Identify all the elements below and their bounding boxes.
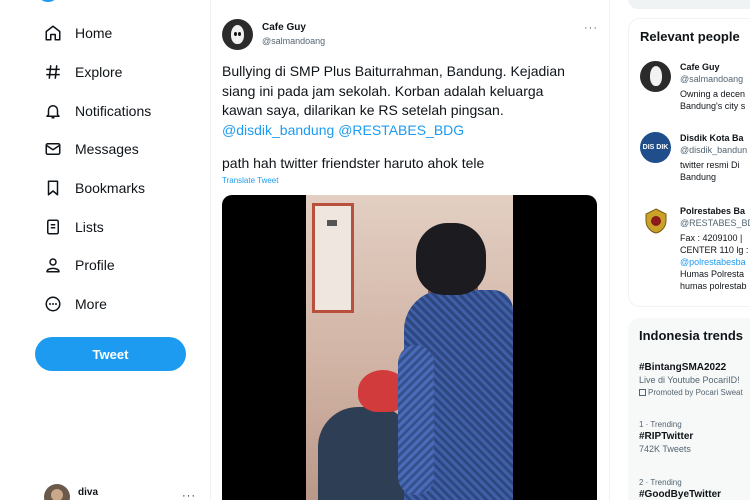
nav-item-label: Lists [75,219,104,235]
account-name: diva [78,487,99,498]
tweet-text-line: siang ini pada jam sekolah. Korban adala… [222,82,544,99]
more-dots-icon: ··· [182,490,196,500]
trend-meta: 2 · Trending [639,478,682,487]
search-bar[interactable] [628,0,750,9]
bio-line: CENTER 110 lg : [680,245,749,255]
left-navigation: Home Explore Notifications Messages Book [0,0,210,500]
bio-line: humas polrestab [680,281,747,291]
nav-item-label: Explore [75,64,123,80]
avatar [44,484,70,500]
twitter-window: Home Explore Notifications Messages Book [0,0,750,500]
tweet-column: Cafe Guy @salmandoang ··· Bullying di SM… [210,0,610,500]
right-sidebar: Relevant people Cafe Guy @salmandoang Ow… [628,0,750,500]
trend-name: #GoodByeTwitter [639,489,722,500]
person-bio: Owning a decen Bandung's city s [680,88,750,112]
avatar [640,61,671,92]
bio-link[interactable]: @polrestabesba [680,256,750,268]
nav-item-bookmarks[interactable]: Bookmarks [36,170,145,206]
tweet-text-line: kawan saya, dilarikan ke RS setelah ping… [222,102,504,118]
person-name: Disdik Kota Ba [680,133,744,143]
nav-item-more[interactable]: More [36,286,107,322]
person-handle: @disdik_bandun [680,145,748,155]
trend-subtitle: Live di Youtube PocariID! [639,375,740,385]
panel-title: Indonesia trends [639,328,744,343]
mention-link[interactable]: @RESTABES_BDG [338,122,464,138]
trend-item[interactable]: 2 · Trending #GoodByeTwitter [639,478,750,500]
nav-item-label: Profile [75,257,115,273]
avatar: DIS DIK [640,132,671,163]
bookmark-icon [43,178,63,198]
trend-meta: 1 · Trending [639,420,682,429]
tweet-button[interactable]: Tweet [35,337,186,371]
nav-item-label: Messages [75,141,139,157]
nav-item-notifications[interactable]: Notifications [36,93,151,129]
home-icon [43,23,63,43]
person-name: Polrestabes Ba [680,206,746,216]
trend-name: #RIPTwitter [639,431,694,442]
bell-icon [43,101,63,121]
bio-line: Bandung [680,172,717,182]
promoted-text: Promoted by Pocari Sweat [648,388,743,397]
promoted-icon [639,389,646,396]
envelope-icon [43,139,63,159]
trends-panel: Indonesia trends #BintangSMA2022 Live di… [628,318,750,500]
person-handle: @salmandoang [680,74,744,84]
trend-item[interactable]: #BintangSMA2022 Live di Youtube PocariID… [639,360,750,397]
nav-item-label: Home [75,25,113,41]
nav-item-label: More [75,296,107,312]
person-icon [43,255,63,275]
nav-item-explore[interactable]: Explore [36,54,122,90]
bio-line: Fax : 4209100 | [680,233,743,243]
nav-item-label: Notifications [75,103,152,119]
relevant-people-panel: Relevant people Cafe Guy @salmandoang Ow… [628,18,750,307]
list-icon [43,217,63,237]
tweet-text: Bullying di SMP Plus Baiturrahman, Bandu… [222,62,602,140]
more-circle-icon [43,294,63,314]
trend-item[interactable]: 1 · Trending #RIPTwitter 742K Tweets [639,420,750,454]
translate-tweet-link[interactable]: Translate Tweet [222,176,278,185]
promoted-label: Promoted by Pocari Sweat [639,388,750,397]
tweet-video[interactable] [222,195,597,500]
avatar[interactable] [222,19,253,50]
police-badge-icon [640,205,671,236]
nav-item-home[interactable]: Home [36,15,112,51]
tweet-author-name[interactable]: Cafe Guy [262,22,306,33]
video-frame [306,195,513,500]
twitter-logo-icon[interactable] [40,0,56,2]
person-bio: Fax : 4209100 | CENTER 110 lg : @polrest… [680,232,750,292]
bio-line: Humas Polresta [680,269,745,279]
panel-title: Relevant people [640,29,740,44]
trend-name: #BintangSMA2022 [639,362,727,373]
person-name: Cafe Guy [680,62,720,72]
bio-line: twitter resmi Di [680,160,740,170]
nav-item-lists[interactable]: Lists [36,209,104,245]
trend-count: 742K Tweets [639,444,691,454]
more-dots-icon[interactable]: ··· [584,22,598,34]
nav-item-messages[interactable]: Messages [36,131,139,167]
tweet-text-line: Bullying di SMP Plus Baiturrahman, Bandu… [222,63,565,79]
nav-item-label: Bookmarks [75,180,146,196]
mention-link[interactable]: @disdik_bandung [222,122,334,138]
tweet-author-handle[interactable]: @salmandoang [262,36,325,46]
account-switcher[interactable]: diva ··· [44,484,195,500]
hashtag-icon [43,62,63,82]
tweet-text-line: path hah twitter friendster haruto ahok … [222,155,485,171]
person-bio: twitter resmi Di Bandung [680,159,750,183]
person-handle: @RESTABES_BD [680,218,750,228]
nav-item-profile[interactable]: Profile [36,247,115,283]
bio-line: Bandung's city s [680,101,746,111]
bio-line: Owning a decen [680,89,746,99]
